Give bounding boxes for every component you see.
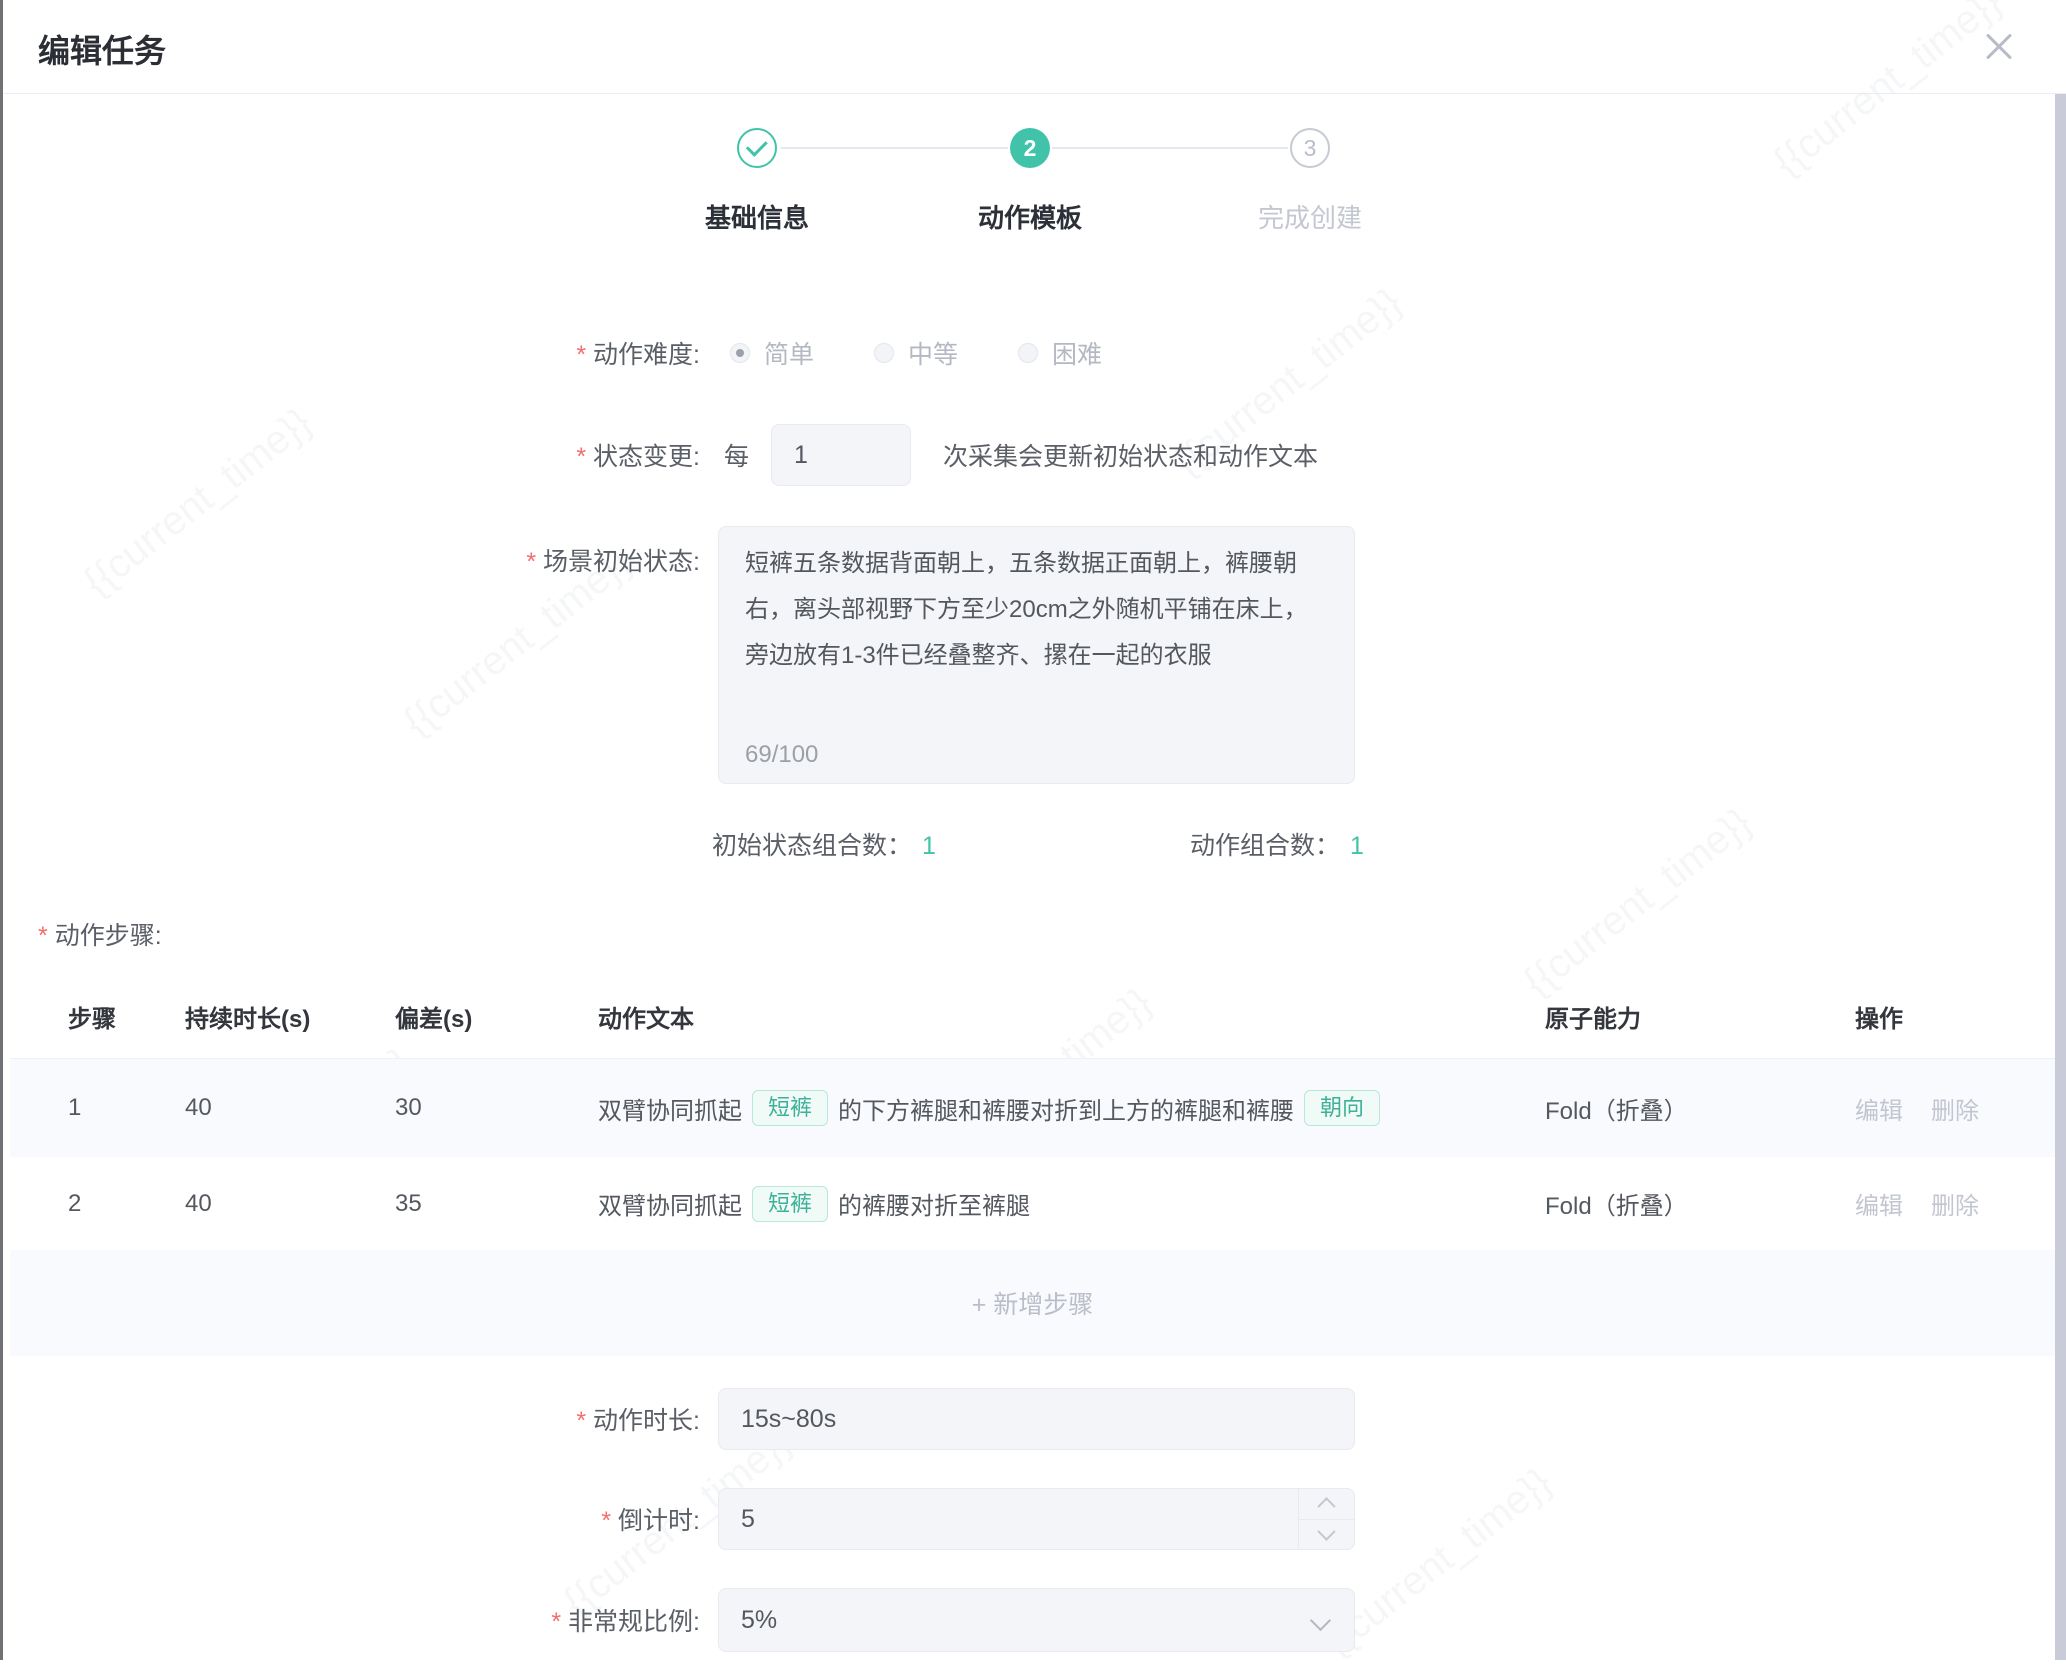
header-text: 动作文本 [598,975,694,1058]
header-step: 步骤 [68,975,116,1058]
action-steps-label: *动作步骤: [38,916,162,952]
state-change-prefix: 每 [724,437,749,473]
scrollbar[interactable] [2055,94,2066,1660]
radio-hard[interactable]: 困难 [1018,335,1102,371]
radio-hard-label: 困难 [1052,335,1102,371]
step-3-label: 完成创建 [1200,198,1420,235]
radio-medium-label: 中等 [908,335,958,371]
header-deviation: 偏差(s) [395,975,472,1058]
cell-deviation: 30 [395,1059,422,1157]
cell-actions: 编辑 删除 [1855,1157,2007,1250]
orientation-tag: 朝向 [1304,1090,1380,1126]
add-step-button[interactable]: + 新增步骤 [10,1250,2055,1356]
required-asterisk: * [526,548,536,576]
action-combos: 动作组合数： 1 [1190,826,1364,862]
countdown-value: 5 [741,1505,755,1534]
state-change-input[interactable]: 1 [771,424,911,486]
delete-link[interactable]: 删除 [1931,1186,1979,1221]
step-connector [781,147,1008,149]
scene-initial-label: *场景初始状态: [0,542,700,578]
cell-duration: 40 [185,1157,212,1250]
add-step-label: + 新增步骤 [972,1285,1094,1321]
cell-ability: Fold（折叠） [1545,1157,1688,1250]
cell-step: 2 [68,1157,81,1250]
radio-circle-icon [730,343,750,363]
radio-simple-label: 简单 [764,335,814,371]
steps-table-header: 步骤 持续时长(s) 偏差(s) 动作文本 原子能力 操作 [10,975,2055,1058]
dialog-title: 编辑任务 [38,26,166,72]
table-row: 1 40 30 双臂协同抓起 短裤 的下方裤腿和裤腰对折到上方的裤腿和裤腰 朝向… [10,1058,2055,1158]
step-3-circle: 3 [1290,128,1330,168]
radio-circle-icon [874,343,894,363]
required-asterisk: * [601,1507,611,1535]
radio-medium[interactable]: 中等 [874,335,958,371]
background-edge [0,0,3,1660]
initial-state-combos: 初始状态组合数： 1 [712,826,936,862]
initial-state-combos-value: 1 [922,832,936,860]
action-text-part: 双臂协同抓起 [598,1186,742,1221]
countdown-input[interactable]: 5 [718,1488,1355,1550]
state-change-label: *状态变更: [0,437,700,473]
initial-state-combos-label: 初始状态组合数： [712,832,912,860]
state-change-value: 1 [794,441,808,470]
required-asterisk: * [38,922,48,950]
step-1-label: 基础信息 [647,198,867,235]
step-3-number: 3 [1304,135,1317,162]
char-counter: 69/100 [745,741,818,769]
countdown-label: *倒计时: [0,1501,700,1537]
step-2-number: 2 [1024,135,1037,162]
required-asterisk: * [551,1608,561,1636]
cell-actions: 编辑 删除 [1855,1059,2007,1157]
action-text-part: 的裤腰对折至裤腿 [838,1186,1030,1221]
cell-action-text: 双臂协同抓起 短裤 的裤腰对折至裤腿 [598,1157,1030,1250]
difficulty-radio-group: 简单 中等 困难 [730,335,1102,371]
chevron-down-icon [1317,1522,1335,1540]
required-asterisk: * [576,443,586,471]
action-combos-label: 动作组合数： [1190,832,1340,860]
unusual-ratio-value: 5% [741,1606,777,1635]
chevron-down-icon [1310,1610,1331,1631]
edit-link[interactable]: 编辑 [1855,1091,1903,1126]
increase-button[interactable] [1299,1489,1354,1520]
action-text-part: 的下方裤腿和裤腰对折到上方的裤腿和裤腰 [838,1091,1294,1126]
required-asterisk: * [576,1407,586,1435]
required-asterisk: * [576,341,586,369]
step-connector [1052,147,1288,149]
radio-simple[interactable]: 简单 [730,335,814,371]
unusual-ratio-select[interactable]: 5% [718,1588,1355,1652]
cell-ability: Fold（折叠） [1545,1059,1688,1157]
scene-initial-value: 短裤五条数据背面朝上，五条数据正面朝上，裤腰朝右，离头部视野下方至少20cm之外… [745,541,1328,679]
object-tag: 短裤 [752,1186,828,1222]
cell-duration: 40 [185,1059,212,1157]
difficulty-label: *动作难度: [0,335,700,371]
action-duration-input[interactable]: 15s~80s [718,1388,1355,1450]
object-tag: 短裤 [752,1090,828,1126]
step-2-label: 动作模板 [920,198,1140,235]
delete-link[interactable]: 删除 [1931,1091,1979,1126]
number-spinner [1298,1489,1354,1549]
header-ability: 原子能力 [1545,975,1641,1058]
action-combos-value: 1 [1350,832,1364,860]
action-duration-value: 15s~80s [741,1405,836,1434]
table-row: 2 40 35 双臂协同抓起 短裤 的裤腰对折至裤腿 Fold（折叠） 编辑 删… [10,1157,2055,1251]
state-change-suffix: 次采集会更新初始状态和动作文本 [943,437,1318,473]
cell-action-text: 双臂协同抓起 短裤 的下方裤腿和裤腰对折到上方的裤腿和裤腰 朝向 [598,1059,1390,1157]
step-1-circle [737,128,777,168]
header-actions: 操作 [1855,975,1903,1058]
action-duration-label: *动作时长: [0,1401,700,1437]
action-text-part: 双臂协同抓起 [598,1091,742,1126]
chevron-up-icon [1317,1497,1335,1515]
decrease-button[interactable] [1299,1520,1354,1550]
close-button[interactable] [1980,28,2018,66]
dialog-header: 编辑任务 [0,0,2066,94]
check-icon [745,135,767,157]
radio-circle-icon [1018,343,1038,363]
scene-initial-textarea[interactable]: 短裤五条数据背面朝上，五条数据正面朝上，裤腰朝右，离头部视野下方至少20cm之外… [718,526,1355,784]
cell-step: 1 [68,1059,81,1157]
edit-link[interactable]: 编辑 [1855,1186,1903,1221]
cell-deviation: 35 [395,1157,422,1250]
header-duration: 持续时长(s) [185,975,310,1058]
unusual-ratio-label: *非常规比例: [0,1602,700,1638]
step-2-circle: 2 [1010,128,1050,168]
